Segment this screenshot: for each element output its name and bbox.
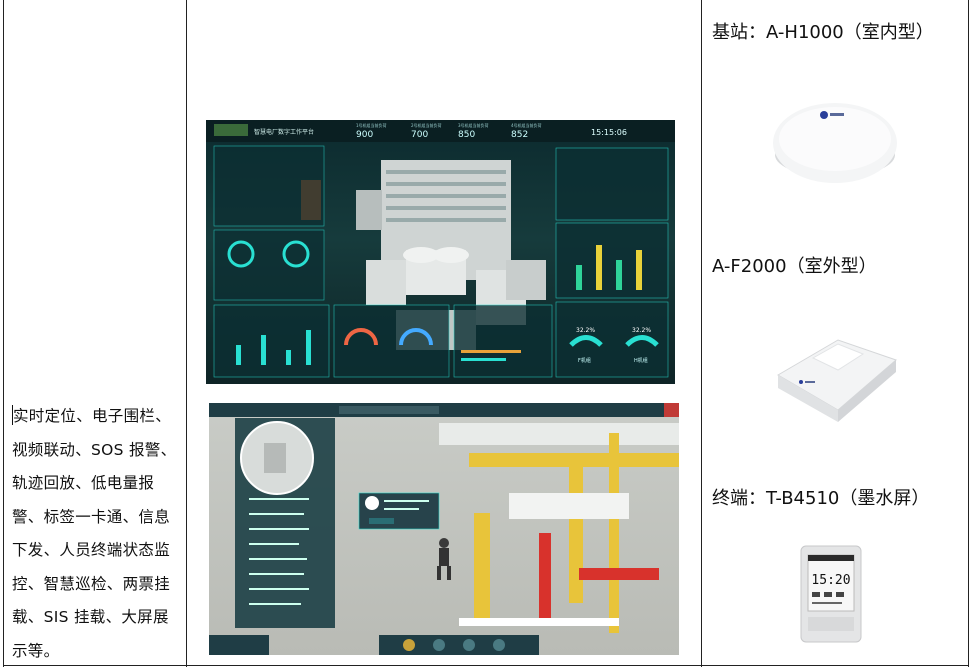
dashboard-screenshot: 智慧电厂数字工作平台 1号机组当前负荷 900 2号机组当前负荷 700 3号机… — [206, 120, 675, 384]
scene-screenshot — [209, 403, 679, 655]
stat-label: 1号机组当前负荷 — [356, 122, 387, 128]
terminal-label: 终端：T-B4510（墨水屏） — [712, 488, 930, 509]
table-border-left — [3, 0, 4, 667]
base-station-label: 基站：A-H1000（室内型） — [712, 22, 934, 43]
gauge-label: F机组 — [578, 357, 591, 364]
outdoor-station-label: A-F2000（室外型） — [712, 256, 877, 277]
outdoor-base-station-image — [768, 320, 903, 434]
table-column-divider — [701, 0, 702, 667]
stat-value: 852 — [511, 130, 528, 140]
stat-label: 3号机组当前负荷 — [458, 122, 489, 128]
stat-value: 900 — [356, 130, 373, 140]
table-border-right — [968, 0, 969, 667]
dashboard-title: 智慧电厂数字工作平台 — [254, 128, 314, 136]
gauge-label: H机组 — [634, 357, 648, 364]
table-column-divider — [186, 0, 187, 667]
stat-value: 700 — [411, 130, 428, 140]
dashboard-clock: 15:15:06 — [591, 128, 627, 137]
stat-label: 4号机组当前负荷 — [511, 122, 542, 128]
feature-description-cell[interactable]: 实时定位、电子围栏、视频联动、SOS 报警、轨迹回放、低电量报警、标签一卡通、信… — [12, 400, 180, 668]
terminal-time: 15:20 — [811, 573, 850, 588]
scene-illustration — [209, 403, 679, 655]
dashboard-illustration: 智慧电厂数字工作平台 1号机组当前负荷 900 2号机组当前负荷 700 3号机… — [206, 120, 675, 378]
gauge-value: 32.2% — [576, 327, 595, 334]
terminal-device-image: 15:20 — [800, 545, 862, 647]
stat-value: 850 — [458, 130, 475, 140]
document-table: 实时定位、电子围栏、视频联动、SOS 报警、轨迹回放、低电量报警、标签一卡通、信… — [0, 0, 973, 667]
indoor-base-station-image — [770, 95, 900, 194]
feature-description-text: 实时定位、电子围栏、视频联动、SOS 报警、轨迹回放、低电量报警、标签一卡通、信… — [12, 407, 177, 660]
stat-label: 2号机组当前负荷 — [411, 122, 442, 128]
gauge-value: 32.2% — [632, 327, 651, 334]
